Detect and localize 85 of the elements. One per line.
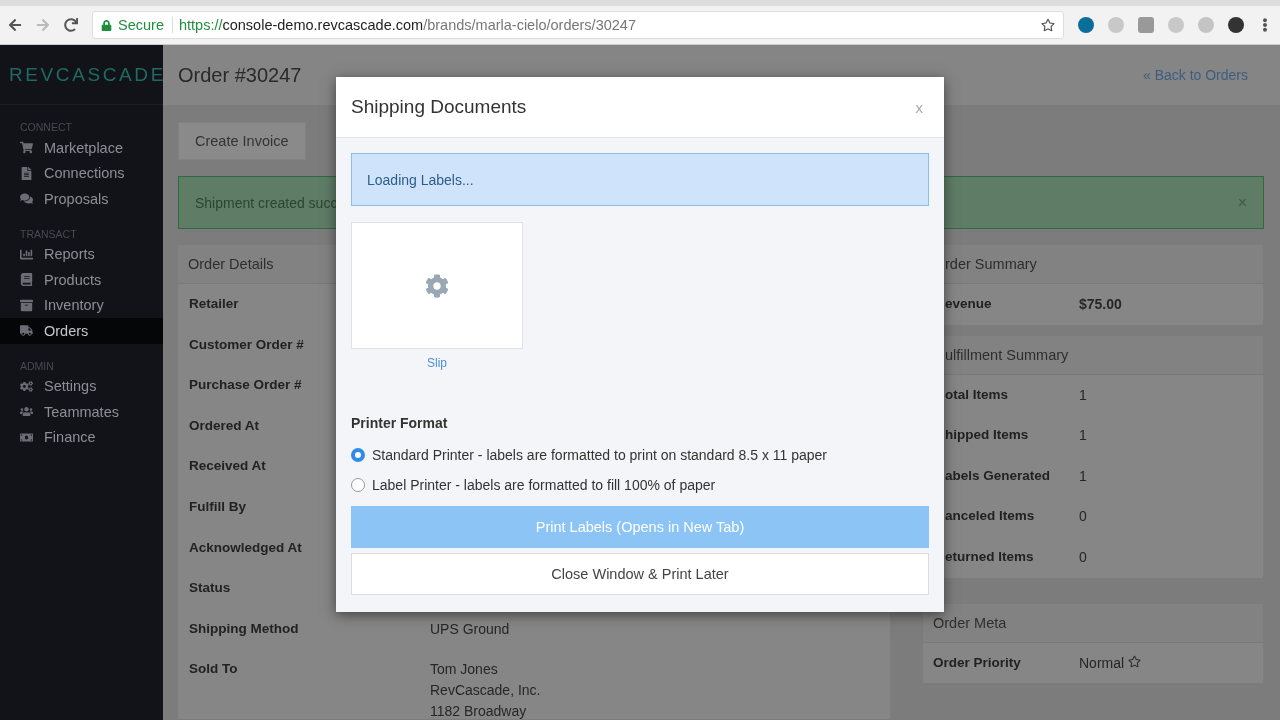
sidebar-item[interactable]: Settings — [0, 373, 163, 399]
field-value: Tom Jones — [430, 661, 499, 678]
field-label: Acknowledged At — [189, 539, 302, 555]
lock-icon — [101, 19, 112, 31]
archive-icon — [20, 298, 34, 312]
cart-icon — [20, 141, 34, 155]
document-icon — [20, 166, 34, 180]
create-invoice-button[interactable]: Create Invoice — [178, 122, 306, 160]
section-title: Printer Format — [351, 415, 449, 431]
item-label: Settings — [44, 378, 97, 395]
radio-button[interactable] — [351, 478, 365, 492]
field-label: abels Generated — [945, 467, 1051, 483]
field-value: 0 — [1079, 548, 1087, 565]
item-label: Orders — [44, 322, 89, 339]
sidebar-item[interactable]: Reports — [0, 241, 163, 267]
field-value: 0 — [1079, 508, 1087, 525]
item-label: Products — [44, 271, 102, 288]
sidebar-item[interactable]: Products — [0, 267, 163, 293]
reload-icon[interactable] — [64, 18, 78, 32]
field-label: eturned Items — [945, 548, 1034, 564]
document-thumbnail[interactable] — [351, 222, 523, 349]
alert-text: Shipment created succ — [195, 194, 338, 211]
star-icon[interactable] — [1128, 654, 1142, 668]
field-label: Ordered At — [189, 417, 259, 433]
field-label: Purchase Order # — [189, 377, 302, 393]
field-label: hipped Items — [945, 427, 1029, 443]
option-label: Label Printer - labels are formatted to fill 100% of paper — [372, 477, 716, 493]
field-label: otal Items — [945, 386, 1009, 402]
field-label: anceled Items — [945, 508, 1035, 524]
field-value: $75.00 — [1079, 296, 1122, 312]
item-label: Teammates — [44, 403, 119, 420]
item-label: Reports — [44, 246, 95, 263]
field-value: 1 — [1079, 467, 1087, 484]
field-value: RevCascade, Inc. — [430, 682, 541, 699]
sidebar-item[interactable]: Marketplace — [0, 135, 163, 161]
field-value: 1182 Broadway — [430, 703, 528, 720]
url-text: https://console-demo.revcascade.com/brands/marla-cielo/orders/30247 — [178, 17, 636, 33]
field-value: Normal — [1079, 654, 1125, 671]
people-icon — [20, 405, 34, 419]
item-label: Connections — [44, 165, 125, 182]
gears-icon — [20, 379, 34, 393]
sidebar-item[interactable]: Inventory — [0, 292, 163, 318]
field-label: Order Priority — [933, 654, 1021, 670]
item-label: Inventory — [44, 297, 104, 314]
sidebar-item[interactable]: Finance — [0, 424, 163, 450]
sidebar-item[interactable]: Connections — [0, 160, 163, 186]
extension-icon[interactable] — [1228, 17, 1244, 33]
field-label: Customer Order # — [189, 336, 304, 352]
sidebar-item[interactable]: Proposals — [0, 186, 163, 212]
section-title: CONNECT — [19, 120, 73, 135]
field-label: Sold To — [189, 661, 238, 677]
radio-button[interactable] — [351, 448, 365, 462]
loading-notice: Loading Labels... — [351, 153, 929, 206]
document-link[interactable]: Slip — [427, 356, 447, 370]
card-title: Order Meta — [923, 603, 1263, 643]
field-value: UPS Ground — [430, 620, 510, 637]
dialog-title: Shipping Documents — [351, 96, 527, 118]
option-label: Standard Printer - labels are formatted to print on standard 8.5 x 11 paper — [372, 447, 827, 463]
section-title: TRANSACT — [19, 226, 78, 242]
page-title: Order #30247 — [178, 63, 302, 87]
extension-icon[interactable] — [1078, 17, 1094, 33]
field-label: Fulfill By — [189, 498, 246, 514]
field-label: Status — [189, 580, 231, 596]
field-label: Received At — [189, 458, 266, 474]
sidebar-item[interactable]: Orders — [0, 318, 163, 344]
back-icon[interactable] — [8, 18, 22, 32]
item-label: Finance — [44, 429, 96, 446]
field-value: 1 — [1079, 427, 1087, 444]
truck-icon — [20, 324, 34, 338]
secure-label: Secure — [118, 17, 173, 33]
book-icon — [20, 273, 34, 287]
star-icon[interactable] — [1041, 18, 1055, 32]
field-label: evenue — [945, 296, 992, 311]
field-label: Shipping Method — [189, 620, 299, 636]
bar-chart-icon — [20, 247, 34, 261]
item-label: Marketplace — [44, 139, 123, 156]
address-bar[interactable]: Secure https://console-demo.revcascade.com/brands/marla-cielo/orders/30247 — [92, 11, 1064, 39]
field-value: 1 — [1079, 386, 1087, 403]
field-label: Retailer — [189, 296, 239, 311]
gear-icon — [425, 273, 449, 298]
item-label: Proposals — [44, 190, 109, 207]
section-title: ADMIN — [19, 358, 55, 374]
sidebar-item[interactable]: Teammates — [0, 399, 163, 425]
chat-icon — [20, 192, 34, 206]
close-window-button[interactable]: Close Window & Print Later — [351, 553, 929, 595]
